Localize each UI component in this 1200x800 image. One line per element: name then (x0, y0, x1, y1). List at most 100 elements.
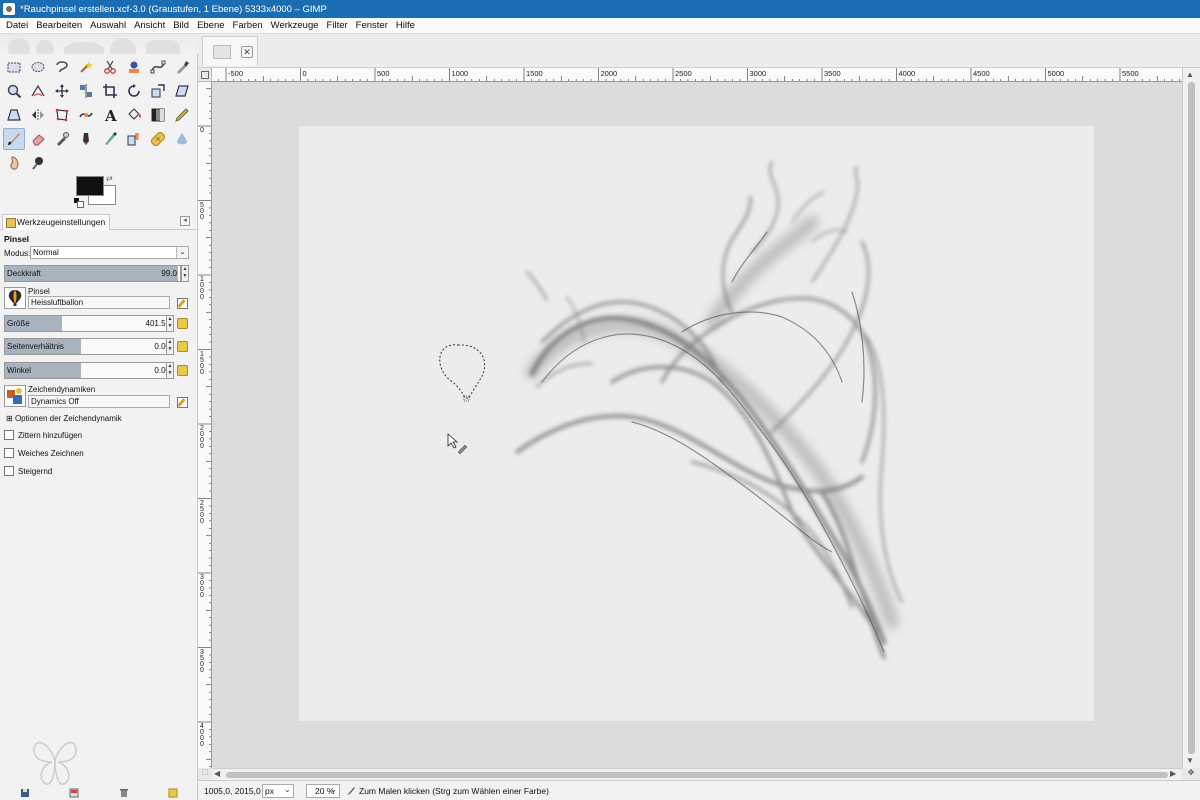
vertical-scroll-thumb[interactable] (1188, 82, 1195, 754)
tool-airbrush[interactable] (51, 128, 73, 150)
tab-tool-options[interactable]: Werkzeugeinstellungen (2, 214, 111, 230)
toolbox-drop-area[interactable] (0, 34, 198, 54)
angle-slider[interactable]: Winkel 0.00 (4, 362, 174, 379)
tool-color-picker[interactable] (171, 56, 193, 78)
tool-zoom[interactable] (3, 80, 25, 102)
dynamics-options-expander[interactable]: ⊞ Optionen der Zeichendynamik (6, 414, 122, 423)
dynamics-name-field[interactable]: Dynamics Off (28, 395, 170, 408)
tool-rotate[interactable] (123, 80, 145, 102)
canvas-area[interactable] (212, 82, 1182, 768)
brush-preview[interactable] (4, 287, 26, 309)
scroll-up-icon[interactable]: ▲ (1186, 70, 1194, 79)
reset-options-icon[interactable] (168, 788, 178, 798)
quick-mask-toggle[interactable]: ⬚ (198, 768, 212, 780)
size-spinner[interactable]: ▲ ▼ (166, 315, 174, 332)
menu-bild[interactable]: Bild (169, 20, 193, 31)
save-options-icon[interactable] (20, 788, 30, 798)
menu-bearbeiten[interactable]: Bearbeiten (32, 20, 86, 31)
tool-rect-select[interactable] (3, 56, 25, 78)
menu-auswahl[interactable]: Auswahl (86, 20, 130, 31)
restore-options-icon[interactable] (69, 788, 79, 798)
menu-fenster[interactable]: Fenster (352, 20, 392, 31)
tool-ink[interactable] (75, 128, 97, 150)
jitter-checkbox[interactable] (4, 430, 14, 440)
tool-text[interactable]: A (99, 104, 121, 126)
opacity-spinner[interactable]: ▲ ▼ (181, 265, 189, 282)
tool-smudge[interactable] (3, 152, 25, 174)
reset-aspect-ratio-icon[interactable] (177, 341, 188, 352)
reset-angle-icon[interactable] (177, 365, 188, 376)
reset-size-icon[interactable] (177, 318, 188, 329)
checkbox-row-smooth[interactable]: Weiches Zeichnen (4, 448, 84, 458)
horizontal-ruler[interactable]: -500 0 500 1000 1500 2000 2500 3000 3500 4000 4500… (212, 68, 1182, 82)
close-icon[interactable]: ✕ (241, 46, 253, 58)
ruler-corner-button[interactable] (198, 68, 212, 82)
vertical-ruler[interactable]: 0 500 1000 1500 2000 2500 3000 3500 4000 (198, 82, 212, 768)
brush-name-field[interactable]: Heissluftballon (28, 296, 170, 309)
size-slider[interactable]: Größe 401.52 (4, 315, 174, 332)
tool-measure[interactable] (27, 80, 49, 102)
panel-menu-button[interactable]: ◂ (180, 216, 190, 226)
tool-align[interactable] (75, 80, 97, 102)
tool-flip[interactable] (27, 104, 49, 126)
menu-datei[interactable]: Datei (2, 20, 32, 31)
tool-scale[interactable] (147, 80, 169, 102)
dynamics-preview[interactable] (4, 385, 26, 407)
horizontal-scrollbar[interactable]: ◀ ▶ (212, 768, 1182, 780)
tool-fuzzy-select[interactable] (75, 56, 97, 78)
edit-dynamics-icon[interactable] (176, 396, 188, 408)
aspect-ratio-slider[interactable]: Seitenverhältnis 0.00 (4, 338, 174, 355)
unit-dropdown[interactable]: px (262, 783, 294, 798)
default-colors-icon[interactable] (74, 198, 84, 208)
image-tab[interactable]: ✕ (202, 36, 258, 66)
tool-eraser[interactable] (27, 128, 49, 150)
tool-paintbrush[interactable] (3, 128, 25, 150)
tool-pencil[interactable] (171, 104, 193, 126)
tool-heal[interactable] (147, 128, 169, 150)
checkbox-row-jitter[interactable]: Zittern hinzufügen (4, 430, 82, 440)
opacity-slider[interactable]: Deckkraft 99.0 (4, 265, 181, 282)
vertical-scrollbar[interactable]: ▲ ▼ (1182, 68, 1200, 768)
tool-move[interactable] (51, 80, 73, 102)
tool-bucket-fill[interactable] (123, 104, 145, 126)
angle-spinner[interactable]: ▲ ▼ (166, 362, 174, 379)
tool-blur[interactable] (171, 128, 193, 150)
delete-options-icon[interactable] (119, 788, 129, 798)
tool-scissors[interactable] (99, 56, 121, 78)
tool-mypaint[interactable] (99, 128, 121, 150)
menu-filter[interactable]: Filter (323, 20, 352, 31)
checkbox-row-incremental[interactable]: Steigernd (4, 466, 52, 476)
menu-ebene[interactable]: Ebene (193, 20, 228, 31)
zoom-dropdown[interactable]: 20 % (306, 783, 340, 798)
menu-farben[interactable]: Farben (229, 20, 267, 31)
tool-foreground-select[interactable] (123, 56, 145, 78)
navigate-icon[interactable]: ✥ (1182, 768, 1200, 780)
horizontal-scroll-thumb[interactable] (226, 772, 1168, 778)
tool-paths[interactable] (147, 56, 169, 78)
rotate-icon (128, 84, 140, 97)
tool-shear[interactable] (171, 80, 193, 102)
foreground-color-swatch[interactable] (76, 176, 104, 196)
swap-colors-icon[interactable]: ⇄ (106, 174, 113, 183)
menu-werkzeuge[interactable]: Werkzeuge (267, 20, 323, 31)
tool-perspective[interactable] (3, 104, 25, 126)
menu-ansicht[interactable]: Ansicht (130, 20, 169, 31)
mode-dropdown[interactable]: Normal ⌄ (30, 246, 189, 259)
tool-cage[interactable] (51, 104, 73, 126)
edit-brush-icon[interactable] (176, 297, 188, 309)
tool-clone[interactable] (123, 128, 145, 150)
tool-warp[interactable] (75, 104, 97, 126)
tool-gradient[interactable] (147, 104, 169, 126)
menu-hilfe[interactable]: Hilfe (392, 20, 419, 31)
tool-lasso[interactable] (51, 56, 73, 78)
scroll-right-icon[interactable]: ▶ (1170, 769, 1176, 778)
tool-dodge-burn[interactable] (27, 152, 49, 174)
incremental-checkbox[interactable] (4, 466, 14, 476)
tool-ellipse-select[interactable] (27, 56, 49, 78)
aspect-ratio-spinner[interactable]: ▲ ▼ (166, 338, 174, 355)
scroll-down-icon[interactable]: ▼ (1186, 756, 1194, 765)
smooth-stroke-checkbox[interactable] (4, 448, 14, 458)
tool-crop[interactable] (99, 80, 121, 102)
tool-grid: A (3, 56, 193, 176)
scroll-left-icon[interactable]: ◀ (214, 769, 220, 778)
